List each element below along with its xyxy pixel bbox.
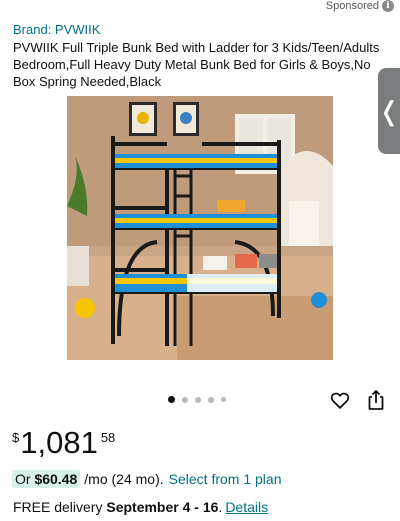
info-icon[interactable]: i	[382, 0, 394, 12]
product-image[interactable]	[67, 96, 333, 360]
sponsored-text: Sponsored	[325, 0, 379, 12]
brand-link[interactable]: Brand: PVWIIK	[13, 22, 100, 37]
installment-amount: $60.48	[34, 471, 78, 487]
delivery-dates: September 4 - 16	[106, 499, 219, 515]
select-plan-link[interactable]: Select from 1 plan	[169, 471, 282, 487]
share-icon[interactable]	[366, 389, 386, 411]
price-fraction: 58	[100, 430, 116, 445]
delivery-separator: .	[218, 499, 223, 515]
sponsored-label[interactable]: Sponsored i	[326, 0, 394, 12]
chevron-left-icon: ❬	[378, 96, 400, 126]
installment-prefix: Or	[15, 471, 35, 487]
price: $ 1,081 58	[12, 426, 115, 460]
bunk-bed-photo	[67, 96, 333, 360]
carousel-dots[interactable]	[168, 396, 226, 403]
installment-highlight: Or $60.48	[12, 470, 81, 488]
heart-icon[interactable]	[329, 389, 351, 411]
carousel-dot-4[interactable]	[208, 396, 214, 403]
carousel-dot-3[interactable]	[195, 396, 201, 403]
side-panel-handle[interactable]: ❬	[378, 68, 400, 154]
carousel-dot-5[interactable]	[221, 397, 226, 402]
price-currency: $	[12, 430, 20, 445]
installment-offer: Or $60.48 /mo (24 mo). Select from 1 pla…	[12, 470, 281, 488]
carousel-dot-1[interactable]	[168, 396, 175, 403]
carousel-dot-2[interactable]	[182, 396, 188, 403]
price-whole: 1,081	[20, 425, 98, 460]
installment-term: /mo (24 mo).	[84, 471, 164, 487]
delivery-details-link[interactable]: Details	[225, 499, 268, 515]
product-title[interactable]: PVWIIK Full Triple Bunk Bed with Ladder …	[13, 39, 385, 90]
delivery-prefix: FREE delivery	[13, 499, 107, 515]
delivery-info: FREE delivery September 4 - 16. Details	[13, 499, 268, 515]
